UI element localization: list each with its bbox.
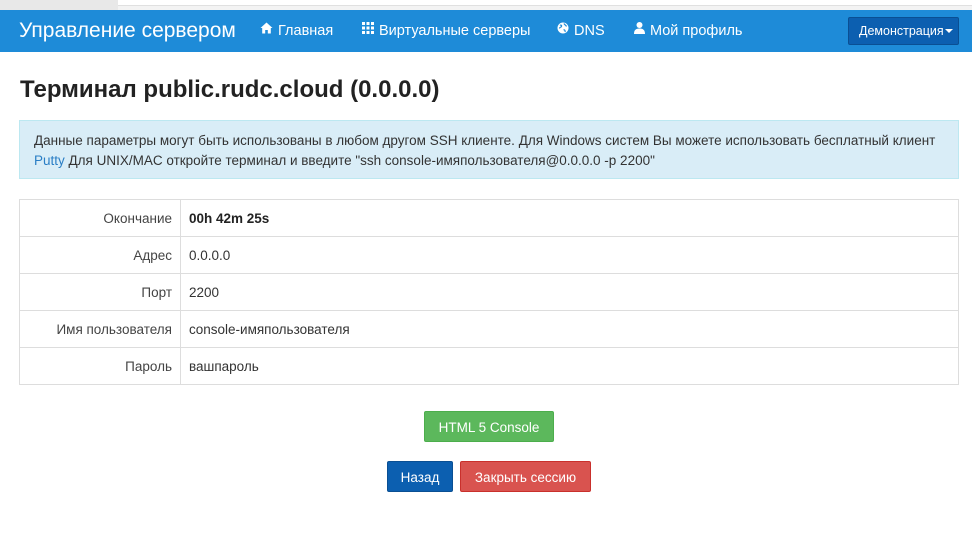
nav-item-profile[interactable]: Мой профиль [634, 10, 742, 52]
expiry-value: 00h 42m 25s [180, 199, 959, 237]
html5-console-button[interactable]: HTML 5 Console [424, 411, 554, 442]
browser-tab-edge [0, 0, 118, 10]
connection-details-table: Окончание 00h 42m 25s Адрес 0.0.0.0 Порт… [19, 199, 959, 385]
port-value: 2200 [180, 273, 959, 311]
table-row: Порт 2200 [19, 273, 959, 311]
grid-icon [362, 9, 374, 51]
nav-item-profile-label: Мой профиль [650, 23, 743, 39]
password-value: вашпароль [180, 347, 959, 385]
alert-text-end: Для UNIX/MAC откройте терминал и введите… [64, 153, 655, 168]
expiry-label: Окончание [19, 199, 181, 237]
user-icon [634, 9, 645, 51]
page-title: Терминал public.rudc.cloud (0.0.0.0) [20, 76, 440, 103]
browser-tab-line [118, 0, 972, 6]
top-navbar: Управление сервером Главная Виртуальные … [0, 10, 972, 52]
nav-item-virtual-servers[interactable]: Виртуальные серверы [362, 10, 530, 52]
table-row: Адрес 0.0.0.0 [19, 236, 959, 274]
account-dropdown-button[interactable]: Демонстрация [848, 17, 959, 45]
table-row: Окончание 00h 42m 25s [19, 199, 959, 237]
table-row: Имя пользователя console-имяпользователя [19, 310, 959, 348]
nav-item-dns[interactable]: DNS [557, 10, 605, 52]
putty-link[interactable]: Putty [34, 153, 65, 168]
caret-down-icon [944, 28, 953, 33]
alert-text-start: Данные параметры могут быть использованы… [34, 133, 936, 148]
nav-item-dns-label: DNS [574, 23, 605, 39]
home-icon [260, 9, 273, 51]
close-session-button[interactable]: Закрыть сессию [460, 461, 591, 492]
nav-item-virtual-servers-label: Виртуальные серверы [379, 23, 531, 39]
nav-item-home-label: Главная [278, 23, 334, 39]
username-value: console-имяпользователя [180, 310, 959, 348]
nav-item-home[interactable]: Главная [260, 10, 333, 52]
account-dropdown-label: Демонстрация [859, 24, 944, 38]
ssh-info-alert: Данные параметры могут быть использованы… [19, 120, 959, 179]
username-label: Имя пользователя [19, 310, 181, 348]
address-label: Адрес [19, 236, 181, 274]
table-row: Пароль вашпароль [19, 347, 959, 385]
port-label: Порт [19, 273, 181, 311]
brand-title[interactable]: Управление сервером [19, 10, 236, 52]
address-value: 0.0.0.0 [180, 236, 959, 274]
globe-icon [557, 9, 569, 51]
back-button[interactable]: Назад [387, 461, 453, 492]
browser-top-strip [0, 0, 972, 10]
password-label: Пароль [19, 347, 181, 385]
